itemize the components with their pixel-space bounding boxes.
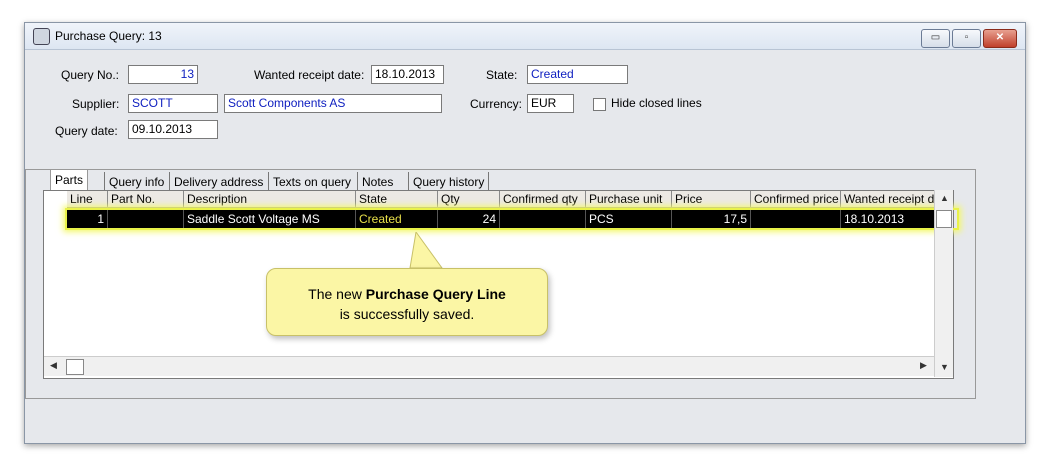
title-bar[interactable]: Purchase Query: 13 ▭ ▫ ✕	[25, 23, 1025, 50]
col-header-confirmed-qty[interactable]: Confirmed qty	[500, 191, 586, 208]
wanted-receipt-date-field[interactable]: 18.10.2013	[371, 65, 444, 84]
cell-confirmed-price	[751, 210, 841, 228]
tab-parts-label: Parts	[55, 173, 84, 187]
app-icon	[33, 28, 50, 45]
scroll-down-icon[interactable]: ▼	[940, 362, 949, 372]
supplier-name-value: Scott Components AS	[228, 96, 346, 110]
col-header-qty[interactable]: Qty	[438, 191, 500, 208]
window-title: Purchase Query: 13	[55, 29, 162, 43]
table-row[interactable]: 1 Saddle Scott Voltage MS Created 24 PCS…	[67, 210, 953, 228]
callout-prefix: The new	[308, 286, 366, 302]
vertical-scroll-thumb[interactable]	[936, 210, 952, 228]
callout-bold-text: Purchase Query Line	[365, 286, 506, 302]
cell-confirmed-qty	[500, 210, 586, 228]
query-date-field[interactable]: 09.10.2013	[128, 120, 218, 139]
currency-value: EUR	[531, 96, 557, 110]
callout-line-2: is successfully saved.	[339, 306, 475, 322]
supplier-name-field[interactable]: Scott Components AS	[224, 94, 442, 113]
col-header-state[interactable]: State	[356, 191, 438, 208]
supplier-id-value: SCOTT	[132, 96, 173, 110]
state-label: State:	[486, 68, 518, 82]
query-date-value: 09.10.2013	[132, 122, 193, 136]
wanted-receipt-date-value: 18.10.2013	[375, 67, 436, 81]
hide-closed-lines-label: Hide closed lines	[611, 96, 702, 110]
vertical-scrollbar[interactable]: ▲ ▼	[934, 190, 953, 377]
supplier-label: Supplier:	[72, 97, 120, 111]
hide-closed-lines-checkbox[interactable]	[593, 98, 606, 111]
tab-query-history-label: Query history	[413, 175, 485, 189]
horizontal-scroll-thumb[interactable]	[66, 359, 84, 375]
maximize-button[interactable]: ▫	[952, 29, 981, 48]
scroll-right-icon[interactable]: ▶	[920, 360, 927, 371]
cell-part-no	[108, 210, 184, 228]
cell-state: Created	[356, 210, 438, 228]
close-icon: ✕	[995, 32, 1005, 43]
scroll-up-icon[interactable]: ▲	[940, 193, 949, 203]
success-callout: The new Purchase Query Line is successfu…	[266, 268, 548, 336]
minimize-button[interactable]: ▭	[921, 29, 950, 48]
maximize-icon: ▫	[964, 32, 969, 43]
wanted-receipt-date-label: Wanted receipt date:	[254, 68, 365, 82]
query-date-label: Query date:	[55, 124, 118, 138]
callout-line-1: The new Purchase Query Line	[267, 284, 547, 304]
supplier-id-field[interactable]: SCOTT	[128, 94, 218, 113]
col-header-description[interactable]: Description	[184, 191, 356, 208]
query-no-value: 13	[180, 67, 194, 81]
cell-purchase-unit: PCS	[586, 210, 672, 228]
col-header-part-no[interactable]: Part No.	[108, 191, 184, 208]
query-no-field[interactable]: 13	[128, 65, 198, 84]
scroll-left-icon[interactable]: ◀	[50, 360, 57, 371]
minimize-icon: ▭	[930, 32, 941, 43]
state-field[interactable]: Created	[527, 65, 628, 84]
cell-description: Saddle Scott Voltage MS	[184, 210, 356, 228]
horizontal-scrollbar[interactable]: ◀ ▶	[44, 356, 934, 376]
callout-pointer	[409, 232, 443, 269]
col-header-price[interactable]: Price	[672, 191, 751, 208]
close-button[interactable]: ✕	[983, 29, 1017, 48]
col-header-purchase-unit[interactable]: Purchase unit	[586, 191, 672, 208]
col-header-confirmed-price[interactable]: Confirmed price	[751, 191, 841, 208]
tab-texts-on-query-label: Texts on query	[273, 175, 352, 189]
cell-line: 1	[67, 210, 108, 228]
currency-label: Currency:	[470, 97, 523, 111]
query-no-label: Query No.:	[61, 68, 120, 82]
cell-price: 17,5	[672, 210, 751, 228]
tab-query-info-label: Query info	[109, 175, 165, 189]
col-header-line[interactable]: Line	[67, 191, 108, 208]
cell-qty: 24	[438, 210, 500, 228]
state-value: Created	[531, 67, 574, 81]
tab-delivery-address-label: Delivery address	[174, 175, 264, 189]
tab-notes-label: Notes	[362, 175, 394, 189]
currency-field[interactable]: EUR	[527, 94, 574, 113]
